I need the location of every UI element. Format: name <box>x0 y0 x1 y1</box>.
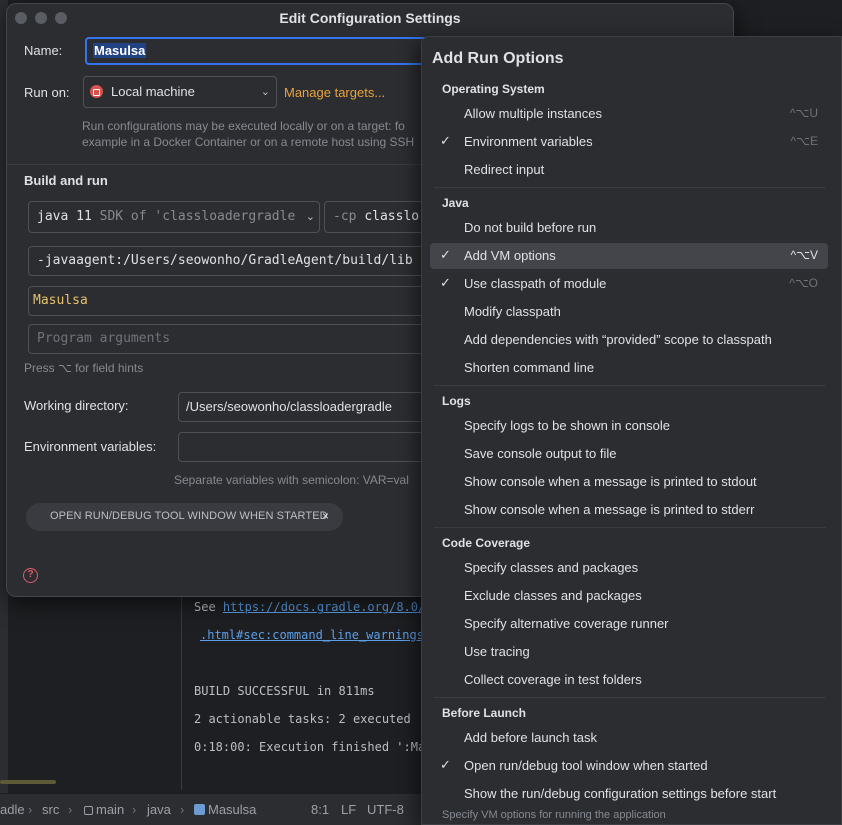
breadcrumb-separator: › <box>68 802 73 817</box>
option-do-not-build[interactable]: Do not build before run <box>430 215 828 241</box>
check-icon: ✓ <box>440 275 451 290</box>
option-use-tracing[interactable]: Use tracing <box>430 639 828 665</box>
build-and-run-heading: Build and run <box>24 173 108 188</box>
option-shorten-command-line[interactable]: Shorten command line <box>430 355 828 381</box>
option-coverage-test-folders[interactable]: Collect coverage in test folders <box>430 667 828 693</box>
option-add-vm-options[interactable]: ✓ Add VM options ^⌥V <box>430 243 828 269</box>
breadcrumb-item[interactable]: src <box>42 802 59 817</box>
option-specify-classes[interactable]: Specify classes and packages <box>430 555 828 581</box>
option-save-console-output[interactable]: Save console output to file <box>430 441 828 467</box>
run-on-select[interactable]: Local machine ⌄ <box>83 76 277 108</box>
jdk-select[interactable]: java 11 SDK of 'classloadergradle ⌄ <box>28 201 320 233</box>
group-divider <box>434 697 826 698</box>
chevron-down-icon: ⌄ <box>260 86 270 98</box>
console-line: 2 actionable tasks: 2 executed <box>194 712 411 726</box>
group-logs: Logs <box>442 394 471 408</box>
run-on-label: Run on: <box>24 85 70 100</box>
console-line: 0:18:00: Execution finished ':Mas <box>194 740 433 754</box>
open-tool-window-chip[interactable]: OPEN RUN/DEBUG TOOL WINDOW WHEN STARTED … <box>26 503 343 531</box>
file-encoding[interactable]: UTF-8 <box>367 802 404 817</box>
console-line: BUILD SUCCESSFUL in 811ms <box>194 684 375 698</box>
breadcrumb-item[interactable]: adle <box>0 802 25 817</box>
add-run-options-popup: Add Run Options Operating System Allow m… <box>421 36 842 825</box>
caret-position[interactable]: 8:1 <box>311 802 329 817</box>
module-icon <box>84 806 93 815</box>
group-divider <box>434 187 826 188</box>
group-java: Java <box>442 196 469 210</box>
group-divider <box>434 385 826 386</box>
dialog-title: Edit Configuration Settings <box>279 10 461 26</box>
check-icon: ✓ <box>440 757 451 772</box>
check-icon: ✓ <box>440 247 451 262</box>
field-hints: Press ⌥ for field hints <box>24 361 144 375</box>
dialog-titlebar[interactable]: Edit Configuration Settings <box>7 4 733 32</box>
run-on-hint: Run configurations may be executed local… <box>82 119 405 133</box>
option-exclude-classes[interactable]: Exclude classes and packages <box>430 583 828 609</box>
help-icon[interactable]: ? <box>23 568 38 583</box>
line-ending[interactable]: LF <box>341 802 356 817</box>
breadcrumb-item[interactable]: java <box>147 802 171 817</box>
option-modify-classpath[interactable]: Modify classpath <box>430 299 828 325</box>
group-code-coverage: Code Coverage <box>442 536 531 550</box>
check-icon: ✓ <box>440 133 451 148</box>
console-line: See https://docs.gradle.org/8.0/ <box>194 600 426 614</box>
option-environment-variables[interactable]: ✓ Environment variables ^⌥E <box>430 129 828 155</box>
group-divider <box>434 527 826 528</box>
option-redirect-input[interactable]: Redirect input <box>430 157 828 183</box>
chevron-down-icon: ⌄ <box>305 211 315 223</box>
group-before-launch: Before Launch <box>442 706 527 720</box>
run-console: See https://docs.gradle.org/8.0/ .html#s… <box>182 590 442 790</box>
console-link[interactable]: .html#sec:command_line_warnings <box>200 628 424 642</box>
breadcrumb-separator: › <box>28 802 33 817</box>
option-show-settings-before-start[interactable]: Show the run/debug configuration setting… <box>430 781 828 807</box>
home-icon <box>90 85 103 98</box>
option-specify-logs[interactable]: Specify logs to be shown in console <box>430 413 828 439</box>
class-icon <box>194 804 205 815</box>
breadcrumb-separator: › <box>180 802 185 817</box>
group-operating-system: Operating System <box>442 82 545 96</box>
option-use-classpath-of-module[interactable]: ✓ Use classpath of module ^⌥O <box>430 271 828 297</box>
option-show-console-stderr[interactable]: Show console when a message is printed t… <box>430 497 828 523</box>
popup-title: Add Run Options <box>432 50 564 67</box>
close-icon[interactable]: × <box>322 509 329 523</box>
manage-targets-link[interactable]: Manage targets... <box>284 85 385 100</box>
breadcrumb-item[interactable]: main <box>84 802 124 817</box>
name-label: Name: <box>24 43 63 58</box>
option-allow-multiple-instances[interactable]: Allow multiple instances ^⌥U <box>430 101 828 127</box>
environment-variables-label: Environment variables: <box>24 439 157 454</box>
horizontal-scrollbar[interactable] <box>0 780 56 784</box>
option-add-before-launch-task[interactable]: Add before launch task <box>430 725 828 751</box>
popup-footer-hint: Specify VM options for running the appli… <box>442 809 666 821</box>
environment-variables-hint: Separate variables with semicolon: VAR=v… <box>174 473 409 487</box>
option-show-console-stdout[interactable]: Show console when a message is printed t… <box>430 469 828 495</box>
breadcrumb-item[interactable]: Masulsa <box>194 802 256 817</box>
run-on-hint: example in a Docker Container or on a re… <box>82 135 415 149</box>
working-directory-label: Working directory: <box>24 398 129 413</box>
option-alternative-runner[interactable]: Specify alternative coverage runner <box>430 611 828 637</box>
breadcrumb-separator: › <box>132 802 137 817</box>
option-add-provided-dependencies[interactable]: Add dependencies with “provided” scope t… <box>430 327 828 353</box>
console-link[interactable]: https://docs.gradle.org/8.0/ <box>223 600 425 614</box>
option-open-tool-window[interactable]: ✓ Open run/debug tool window when started <box>430 753 828 779</box>
